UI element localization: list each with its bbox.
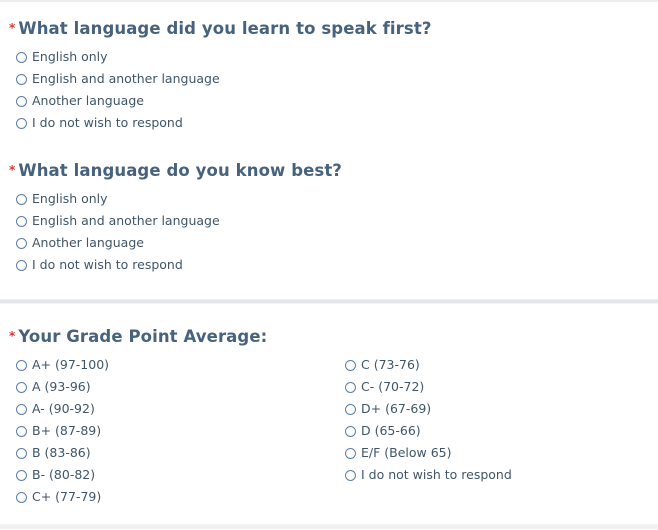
radio-icon[interactable] [345,469,356,481]
radio-icon[interactable] [16,403,27,415]
radio-option-label: I do not wish to respond [361,467,512,482]
radio-icon[interactable] [16,237,27,249]
bottom-divider [0,524,658,529]
radio-option-label: C+ (77-79) [32,489,102,504]
radio-icon[interactable] [345,403,356,415]
radio-icon[interactable] [16,469,27,481]
radio-option-label: A+ (97-100) [32,357,110,372]
radio-option-label: English and another language [32,71,220,86]
gpa-column-right: C (73-76) C- (70-72) D+ (67-69) D (65-66… [329,354,512,486]
radio-option[interactable]: English only [0,46,658,68]
radio-icon[interactable] [16,359,27,371]
question-title-text: What language do you know best? [18,161,342,180]
radio-icon[interactable] [16,215,27,227]
question-title-text: What language did you learn to speak fir… [18,19,432,38]
radio-option[interactable]: English and another language [0,210,658,232]
radio-option[interactable]: B+ (87-89) [0,420,109,442]
radio-icon[interactable] [16,259,27,271]
radio-option-label: C- (70-72) [361,379,425,394]
required-asterisk: * [9,329,16,343]
radio-option-label: English only [32,49,108,64]
radio-option-label: D+ (67-69) [361,401,432,416]
radio-icon[interactable] [16,51,27,63]
required-asterisk: * [9,163,16,177]
radio-option-label: English only [32,191,108,206]
radio-option-label: C (73-76) [361,357,420,372]
radio-option[interactable]: C- (70-72) [329,376,512,398]
radio-group-language-best: English only English and another languag… [0,188,658,276]
radio-icon[interactable] [16,447,27,459]
required-asterisk: * [9,21,16,35]
radio-option-label: B- (80-82) [32,467,96,482]
radio-option-label: I do not wish to respond [32,115,183,130]
radio-icon[interactable] [16,491,27,503]
top-divider [0,0,658,2]
section-divider [0,299,658,304]
radio-icon[interactable] [16,425,27,437]
radio-option-label: English and another language [32,213,220,228]
question-language-best: * What language do you know best? English… [0,160,658,276]
question-language-first: * What language did you learn to speak fi… [0,18,658,134]
radio-icon[interactable] [16,117,27,129]
question-title: * What language did you learn to speak fi… [9,18,658,40]
radio-icon[interactable] [345,447,356,459]
radio-option-label: B (83-86) [32,445,91,460]
radio-option-label: Another language [32,93,144,108]
gpa-column-left: A+ (97-100) A (93-96) A- (90-92) B+ (87-… [0,354,109,508]
radio-icon[interactable] [345,381,356,393]
radio-option[interactable]: C+ (77-79) [0,486,109,508]
radio-option-label: A- (90-92) [32,401,95,416]
survey-form-page: * What language did you learn to speak fi… [0,0,658,530]
radio-option[interactable]: B (83-86) [0,442,109,464]
radio-icon[interactable] [345,359,356,371]
question-title: * What language do you know best? [9,160,658,182]
radio-option-label: Another language [32,235,144,250]
radio-icon[interactable] [16,193,27,205]
radio-option[interactable]: A+ (97-100) [0,354,109,376]
radio-option-label: I do not wish to respond [32,257,183,272]
radio-option[interactable]: English only [0,188,658,210]
radio-option-label: E/F (Below 65) [361,445,452,460]
question-title: * Your Grade Point Average: [9,326,658,348]
radio-group-gpa: A+ (97-100) A (93-96) A- (90-92) B+ (87-… [0,354,658,514]
radio-option[interactable]: I do not wish to respond [0,112,658,134]
radio-option-label: D (65-66) [361,423,421,438]
question-grade-point-average: * Your Grade Point Average: A+ (97-100) A… [0,326,658,514]
radio-option[interactable]: D+ (67-69) [329,398,512,420]
radio-option[interactable]: I do not wish to respond [329,464,512,486]
radio-option-label: A (93-96) [32,379,91,394]
radio-option[interactable]: A (93-96) [0,376,109,398]
radio-option[interactable]: E/F (Below 65) [329,442,512,464]
radio-icon[interactable] [16,381,27,393]
radio-icon[interactable] [16,73,27,85]
radio-icon[interactable] [345,425,356,437]
question-title-text: Your Grade Point Average: [18,327,268,346]
radio-option[interactable]: C (73-76) [329,354,512,376]
radio-icon[interactable] [16,95,27,107]
radio-option[interactable]: Another language [0,232,658,254]
radio-option[interactable]: English and another language [0,68,658,90]
radio-group-language-first: English only English and another languag… [0,46,658,134]
radio-option[interactable]: A- (90-92) [0,398,109,420]
radio-option-label: B+ (87-89) [32,423,102,438]
radio-option[interactable]: I do not wish to respond [0,254,658,276]
radio-option[interactable]: Another language [0,90,658,112]
radio-option[interactable]: D (65-66) [329,420,512,442]
radio-option[interactable]: B- (80-82) [0,464,109,486]
